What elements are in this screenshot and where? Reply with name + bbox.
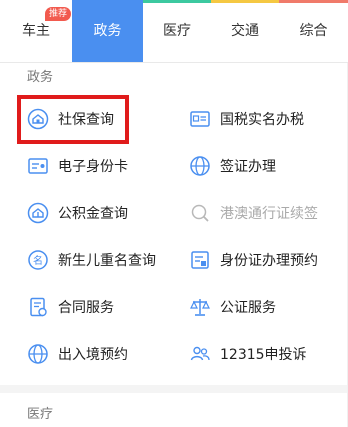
tab-top-line — [143, 0, 211, 3]
category-tab-bar: 车主 推荐 政务 医疗 交通 综合 — [0, 0, 348, 62]
tab-traffic[interactable]: 交通 — [211, 0, 279, 62]
item-tax-realname[interactable]: 国税实名办税 — [189, 101, 304, 137]
tab-top-line — [72, 0, 143, 3]
item-notary-service[interactable]: 公证服务 — [189, 289, 276, 325]
item-visa[interactable]: 签证办理 — [189, 148, 276, 184]
tab-label: 综合 — [299, 23, 328, 39]
item-label: 公证服务 — [220, 300, 276, 316]
tab-government[interactable]: 政务 — [72, 0, 143, 62]
recommend-badge: 推荐 — [45, 7, 72, 21]
tab-label: 医疗 — [163, 23, 191, 39]
item-12315-complaint[interactable]: 12315申投诉 — [189, 336, 307, 372]
item-label: 港澳通行证续签 — [220, 206, 318, 222]
item-label: 出入境预约 — [58, 347, 128, 363]
item-label: 电子身份卡 — [58, 159, 128, 175]
svg-text:名: 名 — [33, 254, 43, 267]
tab-top-line — [211, 0, 279, 3]
item-label: 国税实名办税 — [220, 112, 304, 128]
tab-label: 车主 — [22, 23, 50, 39]
item-id-card-appointment[interactable]: 身份证办理预约 — [189, 242, 318, 278]
item-housing-fund[interactable]: 公积金查询 — [27, 195, 128, 231]
name-tag-icon: 名 — [27, 249, 49, 271]
item-label: 身份证办理预约 — [220, 253, 318, 269]
tax-id-card-icon — [189, 108, 211, 130]
item-contract-service[interactable]: 合同服务 — [27, 289, 114, 325]
tab-general[interactable]: 综合 — [279, 0, 348, 62]
scales-icon — [189, 296, 211, 318]
item-hk-macau-permit-renewal[interactable]: 港澳通行证续签 — [189, 195, 318, 231]
item-electronic-id-card[interactable]: 电子身份卡 — [27, 148, 128, 184]
tab-medical[interactable]: 医疗 — [143, 0, 211, 62]
globe-icon — [189, 155, 211, 177]
search-icon — [189, 202, 211, 224]
id-card-icon — [27, 155, 49, 177]
section-title-medical: 医疗 — [27, 407, 54, 422]
contract-icon — [27, 296, 49, 318]
item-exit-entry-appointment[interactable]: 出入境预约 — [27, 336, 128, 372]
id-appointment-icon — [189, 249, 211, 271]
section-title-government: 政务 — [27, 70, 54, 85]
tab-top-line — [279, 0, 348, 3]
globe-icon — [27, 343, 49, 365]
tab-label: 政务 — [93, 23, 122, 39]
item-label: 公积金查询 — [58, 206, 128, 222]
item-label: 签证办理 — [220, 159, 276, 175]
tab-car-owner[interactable]: 车主 推荐 — [0, 0, 72, 62]
item-label: 新生儿重名查询 — [58, 253, 156, 269]
item-label: 12315申投诉 — [220, 347, 307, 363]
people-icon — [189, 343, 211, 365]
tab-label: 交通 — [231, 23, 259, 39]
tab-divider — [0, 62, 348, 63]
item-newborn-name-query[interactable]: 名 新生儿重名查询 — [27, 242, 156, 278]
house-fund-icon — [27, 202, 49, 224]
item-label: 合同服务 — [58, 300, 114, 316]
highlight-box — [17, 95, 129, 144]
section-separator — [0, 385, 348, 393]
